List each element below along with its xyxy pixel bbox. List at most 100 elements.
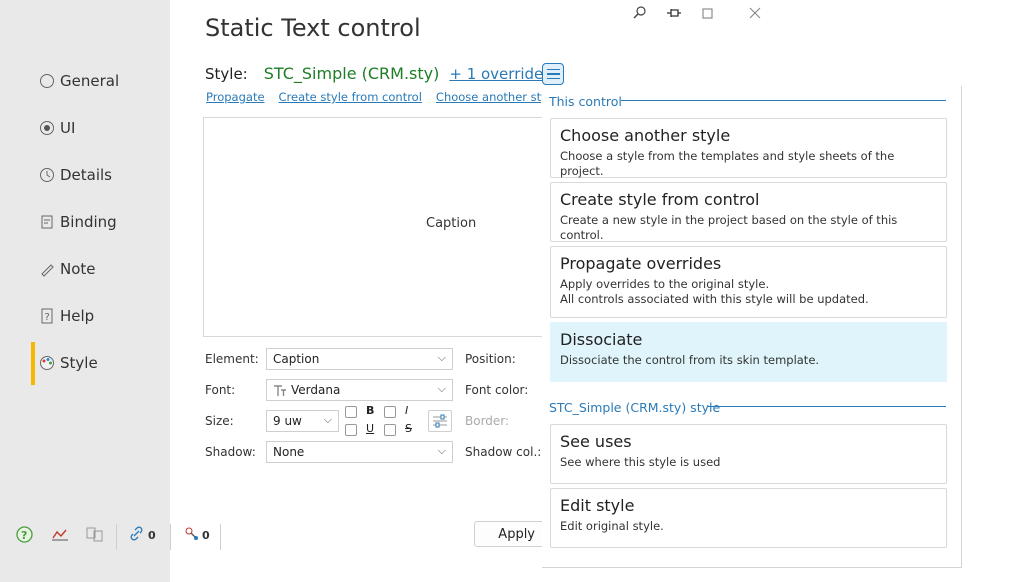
text-options-button[interactable] [428, 410, 452, 432]
links-count[interactable]: 0 [130, 526, 156, 545]
bold-checkbox[interactable] [345, 406, 357, 418]
underline-label: U [366, 422, 375, 435]
menu-icon-line [546, 77, 560, 80]
font-select[interactable]: Verdana ⌵ [266, 379, 453, 401]
override-link[interactable]: + 1 override [449, 65, 543, 83]
preview-caption: Caption [426, 216, 477, 231]
sidebar-item-binding[interactable]: Binding [38, 209, 117, 235]
italic-checkbox[interactable] [384, 406, 396, 418]
menu-item-see-uses[interactable]: See uses See where this style is used [550, 424, 947, 484]
menu-item-title: Propagate overrides [560, 254, 722, 273]
search-icon[interactable] [630, 6, 650, 24]
section-divider [708, 406, 946, 407]
menu-item-title: See uses [560, 432, 632, 451]
page-title: Static Text control [205, 14, 421, 42]
font-label: Font: [205, 383, 236, 397]
sidebar-item-label: Style [60, 354, 98, 372]
menu-item-title: Choose another style [560, 126, 731, 145]
sidebar-item-style[interactable]: Style [38, 350, 98, 376]
size-select[interactable]: 9 uw ⌵ [266, 410, 339, 432]
border-label: Border: [465, 414, 510, 428]
menu-item-create-style[interactable]: Create style from control Create a new s… [550, 182, 947, 242]
style-name: STC_Simple (CRM.sty) [263, 64, 440, 83]
sidebar-item-label: Help [60, 307, 95, 325]
sidebar-item-general[interactable]: General [38, 68, 119, 94]
sidebar-item-ui[interactable]: UI [38, 115, 75, 141]
strike-checkbox[interactable] [384, 424, 396, 436]
sidebar-item-label: UI [60, 119, 76, 137]
help-circle-icon[interactable]: ? [16, 526, 33, 543]
menu-item-edit-style[interactable]: Edit style Edit original style. [550, 488, 947, 548]
bold-label: B [366, 404, 375, 417]
chevron-down-icon: ⌵ [437, 382, 446, 395]
section-header-style: STC_Simple (CRM.sty) style [549, 400, 721, 415]
style-actions-links: Propagate Create style from control Choo… [206, 90, 558, 104]
menu-item-propagate-overrides[interactable]: Propagate overrides Apply overrides to t… [550, 246, 947, 318]
chart-link-icon[interactable] [51, 526, 69, 542]
sidebar-item-label: Details [60, 166, 113, 184]
radio-circle-icon [38, 72, 56, 90]
link-icon [130, 526, 144, 545]
choose-style-link[interactable]: Choose another style [436, 90, 558, 104]
sidebar-item-label: Binding [60, 213, 117, 231]
style-preview [203, 117, 545, 337]
propagate-link[interactable]: Propagate [206, 90, 265, 104]
font-select-value: Verdana [291, 383, 341, 397]
font-color-label: Font color: [465, 383, 529, 397]
style-label: Style: [205, 65, 248, 83]
menu-item-dissociate[interactable]: Dissociate Dissociate the control from i… [550, 322, 947, 382]
menu-item-desc-2: All controls associated with this style … [560, 292, 869, 306]
translate-icon[interactable] [86, 526, 104, 542]
maximize-icon[interactable] [698, 6, 718, 24]
sidebar-item-details[interactable]: Details [38, 162, 112, 188]
links-count-value: 0 [148, 529, 156, 542]
apply-button[interactable]: Apply [474, 521, 544, 547]
chevron-down-icon: ⌵ [437, 444, 446, 457]
dependency-icon [184, 526, 200, 545]
menu-item-desc: Choose a style from the templates and st… [560, 149, 895, 178]
menu-item-desc: See where this style is used [560, 455, 721, 469]
dependencies-count[interactable]: 0 [184, 526, 210, 545]
menu-item-title: Create style from control [560, 190, 760, 209]
help-doc-icon: ? [38, 307, 56, 325]
menu-item-desc: Create a new style in the project based … [560, 213, 898, 242]
italic-label: I [405, 404, 409, 417]
binding-icon [38, 213, 56, 231]
menu-item-desc: Dissociate the control from its skin tem… [560, 353, 820, 367]
toolbar-separator [170, 524, 171, 550]
shadow-select[interactable]: None ⌵ [266, 441, 453, 463]
element-label: Element: [205, 352, 259, 366]
menu-item-desc: Apply overrides to the original style. [560, 277, 770, 291]
close-icon[interactable] [745, 6, 765, 24]
position-label: Position: [465, 352, 516, 366]
svg-text:?: ? [21, 529, 27, 542]
font-type-icon [273, 383, 287, 397]
underline-checkbox[interactable] [345, 424, 357, 436]
clock-icon [38, 166, 56, 184]
shadow-label: Shadow: [205, 445, 256, 459]
palette-icon [38, 354, 56, 372]
size-select-value: 9 uw [273, 414, 302, 428]
section-header-this-control: This control [549, 94, 622, 109]
create-style-link[interactable]: Create style from control [279, 90, 422, 104]
shadow-color-label: Shadow col.: [465, 445, 542, 459]
strike-label: S [405, 422, 412, 435]
dependencies-count-value: 0 [202, 529, 210, 542]
style-row: Style: STC_Simple (CRM.sty) + 1 override [205, 64, 543, 83]
sidebar-item-help[interactable]: ? Help [38, 303, 94, 329]
section-divider [621, 100, 946, 101]
element-select[interactable]: Caption ⌵ [266, 348, 453, 370]
menu-item-title: Edit style [560, 496, 635, 515]
menu-item-choose-style[interactable]: Choose another style Choose a style from… [550, 118, 947, 178]
pin-icon[interactable] [664, 6, 684, 24]
sidebar-item-label: General [60, 72, 120, 90]
shadow-select-value: None [273, 445, 305, 459]
element-select-value: Caption [273, 352, 320, 366]
active-indicator [31, 342, 35, 385]
chevron-down-icon: ⌵ [323, 413, 332, 426]
menu-item-title: Dissociate [560, 330, 643, 349]
sidebar-item-note[interactable]: Note [38, 256, 96, 282]
eye-icon [38, 119, 56, 137]
menu-icon [546, 68, 560, 71]
hamburger-menu-button[interactable] [542, 63, 564, 85]
